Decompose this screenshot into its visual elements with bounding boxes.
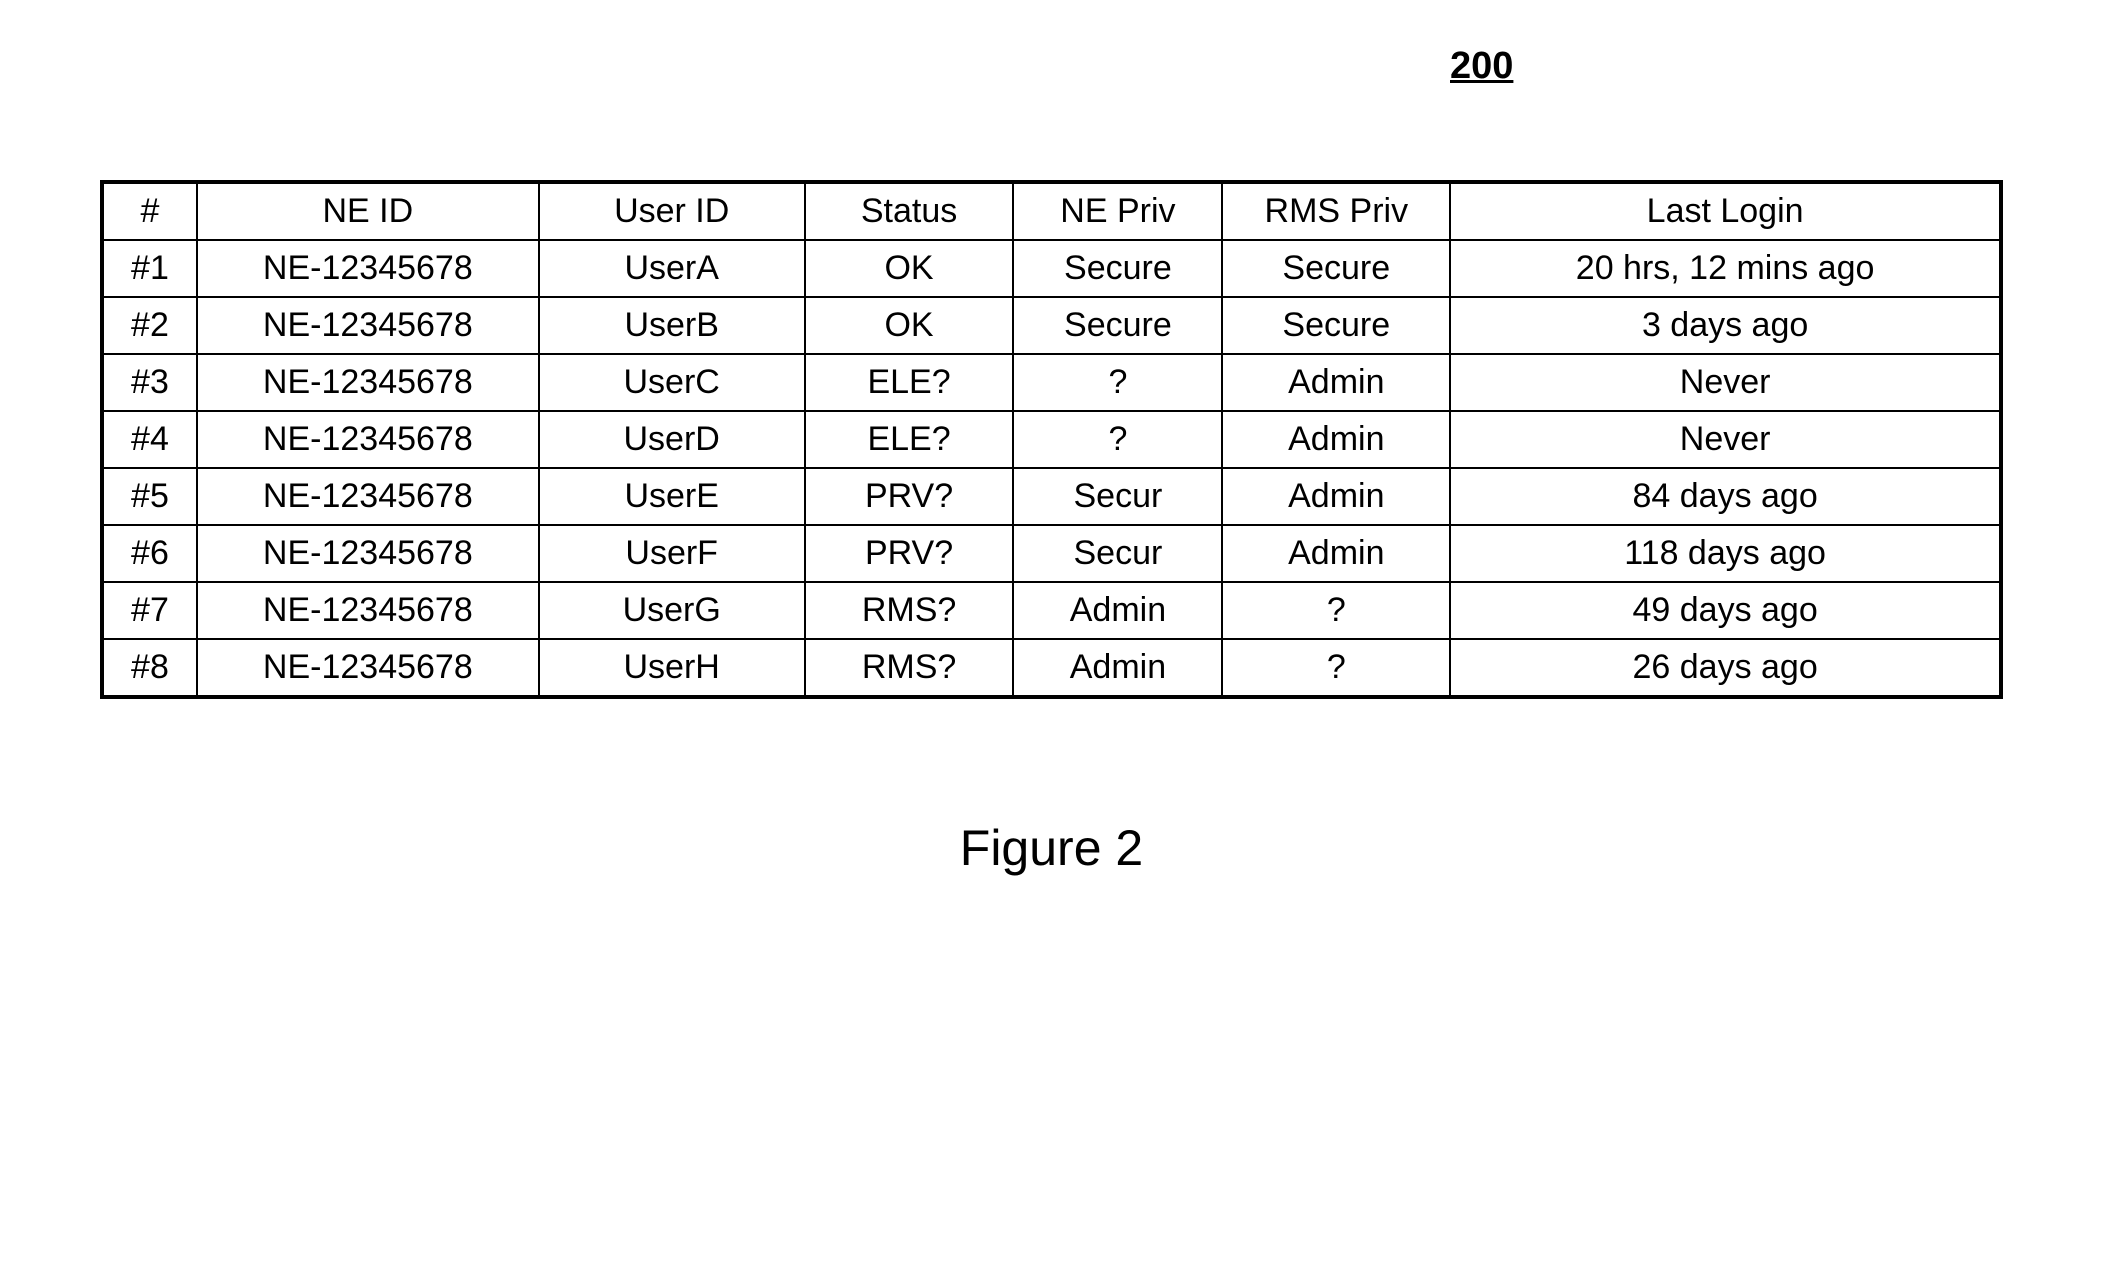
- user-privilege-table: # NE ID User ID Status NE Priv RMS Priv …: [100, 180, 2003, 699]
- cell-last-login: Never: [1450, 411, 2001, 468]
- cell-rms-priv: Secure: [1222, 240, 1450, 297]
- cell-status: ELE?: [805, 411, 1014, 468]
- cell-rms-priv: Secure: [1222, 297, 1450, 354]
- cell-rms-priv: ?: [1222, 582, 1450, 639]
- cell-status: PRV?: [805, 468, 1014, 525]
- table-row: #8 NE-12345678 UserH RMS? Admin ? 26 day…: [102, 639, 2001, 697]
- cell-ne-priv: Admin: [1013, 639, 1222, 697]
- cell-ne-id: NE-12345678: [197, 354, 539, 411]
- cell-index: #3: [102, 354, 197, 411]
- cell-status: RMS?: [805, 582, 1014, 639]
- cell-ne-id: NE-12345678: [197, 468, 539, 525]
- cell-user-id: UserA: [539, 240, 805, 297]
- cell-user-id: UserD: [539, 411, 805, 468]
- cell-ne-id: NE-12345678: [197, 639, 539, 697]
- table-row: #7 NE-12345678 UserG RMS? Admin ? 49 day…: [102, 582, 2001, 639]
- cell-rms-priv: Admin: [1222, 411, 1450, 468]
- cell-user-id: UserH: [539, 639, 805, 697]
- col-header-ne-priv: NE Priv: [1013, 182, 1222, 240]
- user-privilege-table-wrap: # NE ID User ID Status NE Priv RMS Priv …: [100, 180, 2003, 699]
- col-header-index: #: [102, 182, 197, 240]
- cell-ne-priv: Admin: [1013, 582, 1222, 639]
- cell-last-login: 118 days ago: [1450, 525, 2001, 582]
- cell-user-id: UserC: [539, 354, 805, 411]
- cell-ne-priv: ?: [1013, 411, 1222, 468]
- figure-caption: Figure 2: [40, 819, 2063, 877]
- cell-ne-id: NE-12345678: [197, 411, 539, 468]
- table-row: #5 NE-12345678 UserE PRV? Secur Admin 84…: [102, 468, 2001, 525]
- cell-user-id: UserF: [539, 525, 805, 582]
- cell-ne-priv: Secur: [1013, 468, 1222, 525]
- cell-last-login: 84 days ago: [1450, 468, 2001, 525]
- cell-status: PRV?: [805, 525, 1014, 582]
- cell-user-id: UserB: [539, 297, 805, 354]
- cell-user-id: UserG: [539, 582, 805, 639]
- cell-index: #6: [102, 525, 197, 582]
- cell-ne-priv: ?: [1013, 354, 1222, 411]
- cell-last-login: 20 hrs, 12 mins ago: [1450, 240, 2001, 297]
- cell-rms-priv: Admin: [1222, 354, 1450, 411]
- cell-last-login: 49 days ago: [1450, 582, 2001, 639]
- cell-last-login: 26 days ago: [1450, 639, 2001, 697]
- cell-rms-priv: Admin: [1222, 468, 1450, 525]
- cell-status: ELE?: [805, 354, 1014, 411]
- table-row: #4 NE-12345678 UserD ELE? ? Admin Never: [102, 411, 2001, 468]
- cell-user-id: UserE: [539, 468, 805, 525]
- cell-index: #8: [102, 639, 197, 697]
- cell-status: OK: [805, 240, 1014, 297]
- cell-ne-id: NE-12345678: [197, 297, 539, 354]
- cell-index: #1: [102, 240, 197, 297]
- figure-number: 200: [1450, 45, 1513, 88]
- cell-index: #5: [102, 468, 197, 525]
- cell-status: OK: [805, 297, 1014, 354]
- col-header-last-login: Last Login: [1450, 182, 2001, 240]
- cell-ne-id: NE-12345678: [197, 525, 539, 582]
- cell-index: #2: [102, 297, 197, 354]
- table-row: #1 NE-12345678 UserA OK Secure Secure 20…: [102, 240, 2001, 297]
- table-row: #3 NE-12345678 UserC ELE? ? Admin Never: [102, 354, 2001, 411]
- col-header-ne-id: NE ID: [197, 182, 539, 240]
- table-row: #6 NE-12345678 UserF PRV? Secur Admin 11…: [102, 525, 2001, 582]
- cell-ne-id: NE-12345678: [197, 240, 539, 297]
- col-header-rms-priv: RMS Priv: [1222, 182, 1450, 240]
- cell-last-login: Never: [1450, 354, 2001, 411]
- cell-rms-priv: ?: [1222, 639, 1450, 697]
- col-header-user-id: User ID: [539, 182, 805, 240]
- cell-ne-priv: Secure: [1013, 297, 1222, 354]
- cell-ne-priv: Secure: [1013, 240, 1222, 297]
- cell-status: RMS?: [805, 639, 1014, 697]
- table-header-row: # NE ID User ID Status NE Priv RMS Priv …: [102, 182, 2001, 240]
- cell-last-login: 3 days ago: [1450, 297, 2001, 354]
- cell-index: #7: [102, 582, 197, 639]
- table-row: #2 NE-12345678 UserB OK Secure Secure 3 …: [102, 297, 2001, 354]
- cell-index: #4: [102, 411, 197, 468]
- cell-rms-priv: Admin: [1222, 525, 1450, 582]
- cell-ne-id: NE-12345678: [197, 582, 539, 639]
- col-header-status: Status: [805, 182, 1014, 240]
- cell-ne-priv: Secur: [1013, 525, 1222, 582]
